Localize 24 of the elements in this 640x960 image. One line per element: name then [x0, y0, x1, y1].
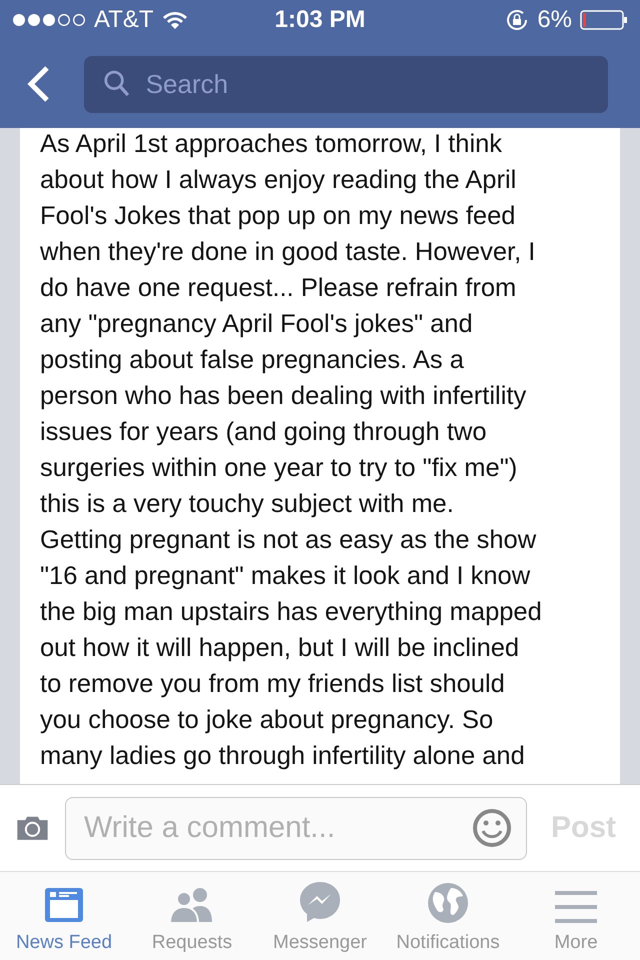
battery-icon: [580, 10, 628, 30]
carrier-name: AT&T: [94, 6, 154, 34]
status-time: 1:03 PM: [274, 6, 366, 34]
post-text: As April 1st approaches tomorrow, I think about how I always enjoy reading the April Fool's Jokes that pop up on my news feed when they're done in good taste. However, I do have one request... Please refrain from any "pregnancy April Fool's jokes" and posting about false pregnancies. As a person who has been dealing with infertility issues for years (and going through two surgeries within one year to try to "fix me") this is a very touchy subject with me. Getting pregnant is not as easy as the show "16 and pregnant" makes it look and I know the big man upstairs has everything mapped out how it will happen, but I will be inclined to remove you from my friends list should you choose to joke about pregnancy. So many ladies go through infertility alone and: [40, 129, 543, 772]
rotation-lock-icon: [505, 8, 530, 32]
smiley-icon[interactable]: [472, 808, 512, 848]
tab-bar-item[interactable]: Requests: [128, 872, 256, 960]
news-feed-icon: [43, 886, 85, 924]
signal-icon: [12, 13, 86, 27]
comment-field[interactable]: Write a comment...: [82, 810, 472, 846]
tab-bar-item[interactable]: Notifications: [384, 872, 512, 960]
comment-box[interactable]: Write a comment...: [64, 796, 527, 860]
menu-icon: [555, 890, 597, 924]
search-icon: [104, 69, 130, 99]
chat-bubble-icon: [298, 880, 342, 924]
battery-percentage: 6%: [537, 6, 572, 34]
back-icon[interactable]: [26, 65, 50, 103]
tab-bar-item[interactable]: News Feed: [0, 872, 128, 960]
search-bar[interactable]: Search: [84, 56, 608, 112]
wifi-icon: [162, 10, 188, 30]
search-field[interactable]: Search: [144, 68, 588, 100]
tab-bar-item[interactable]: More: [512, 872, 640, 960]
tab-bar-item[interactable]: Messenger: [256, 872, 384, 960]
globe-icon: [427, 882, 469, 924]
